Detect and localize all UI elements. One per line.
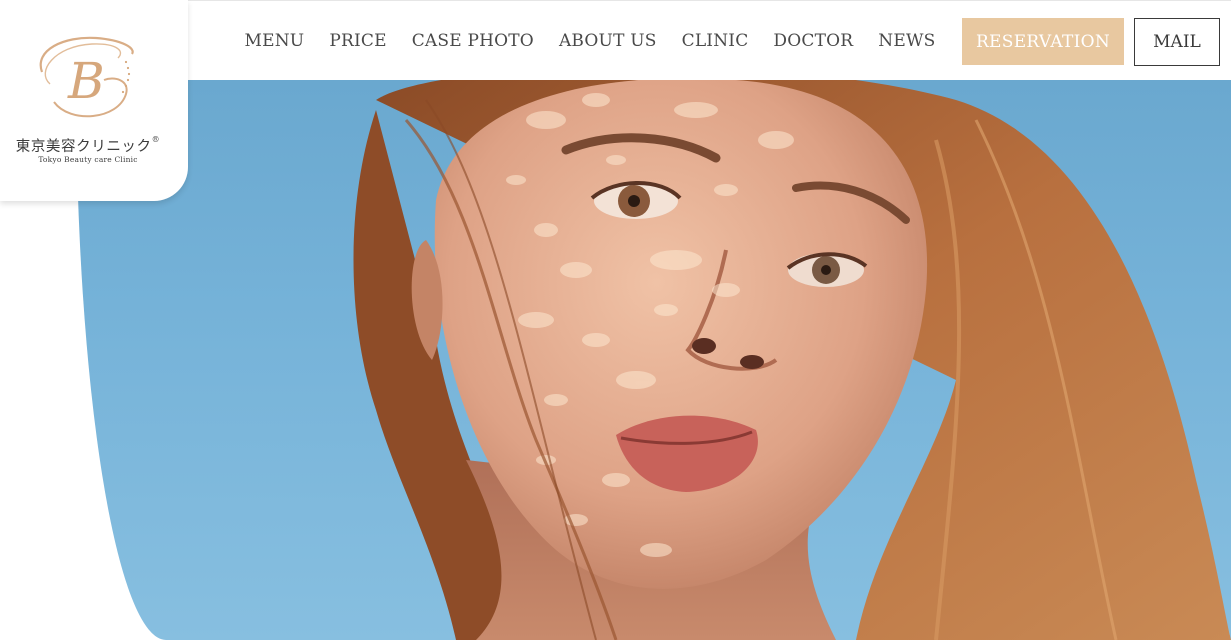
nav-item-case-photo[interactable]: CASE PHOTO (399, 28, 546, 54)
nav-item-doctor[interactable]: DOCTOR (761, 28, 866, 54)
nav-item-news[interactable]: NEWS (866, 28, 948, 54)
nav-item-menu[interactable]: MENU (232, 28, 317, 54)
registered-mark: ® (151, 135, 161, 144)
nav-item-clinic[interactable]: CLINIC (669, 28, 761, 54)
nav-item-about-us[interactable]: ABOUT US (546, 28, 669, 54)
nav-item-price[interactable]: PRICE (317, 28, 399, 54)
mail-button[interactable]: MAIL (1134, 18, 1220, 66)
logo-japanese-name: 東京美容クリニック® (0, 135, 176, 156)
hero-image (76, 80, 1231, 640)
main-nav: MENU PRICE CASE PHOTO ABOUT US CLINIC DO… (232, 28, 948, 54)
logo-card[interactable]: B 東京美容クリニック® Tokyo Beauty care Clinic (0, 0, 188, 201)
portrait-illustration (353, 80, 1231, 640)
logo-monogram-letter: B (67, 52, 105, 110)
reservation-button[interactable]: RESERVATION (962, 18, 1124, 65)
logo-monogram-icon: B (39, 36, 134, 118)
logo-japanese-text: 東京美容クリニック (15, 139, 152, 155)
logo-english-name: Tokyo Beauty care Clinic (38, 155, 138, 164)
